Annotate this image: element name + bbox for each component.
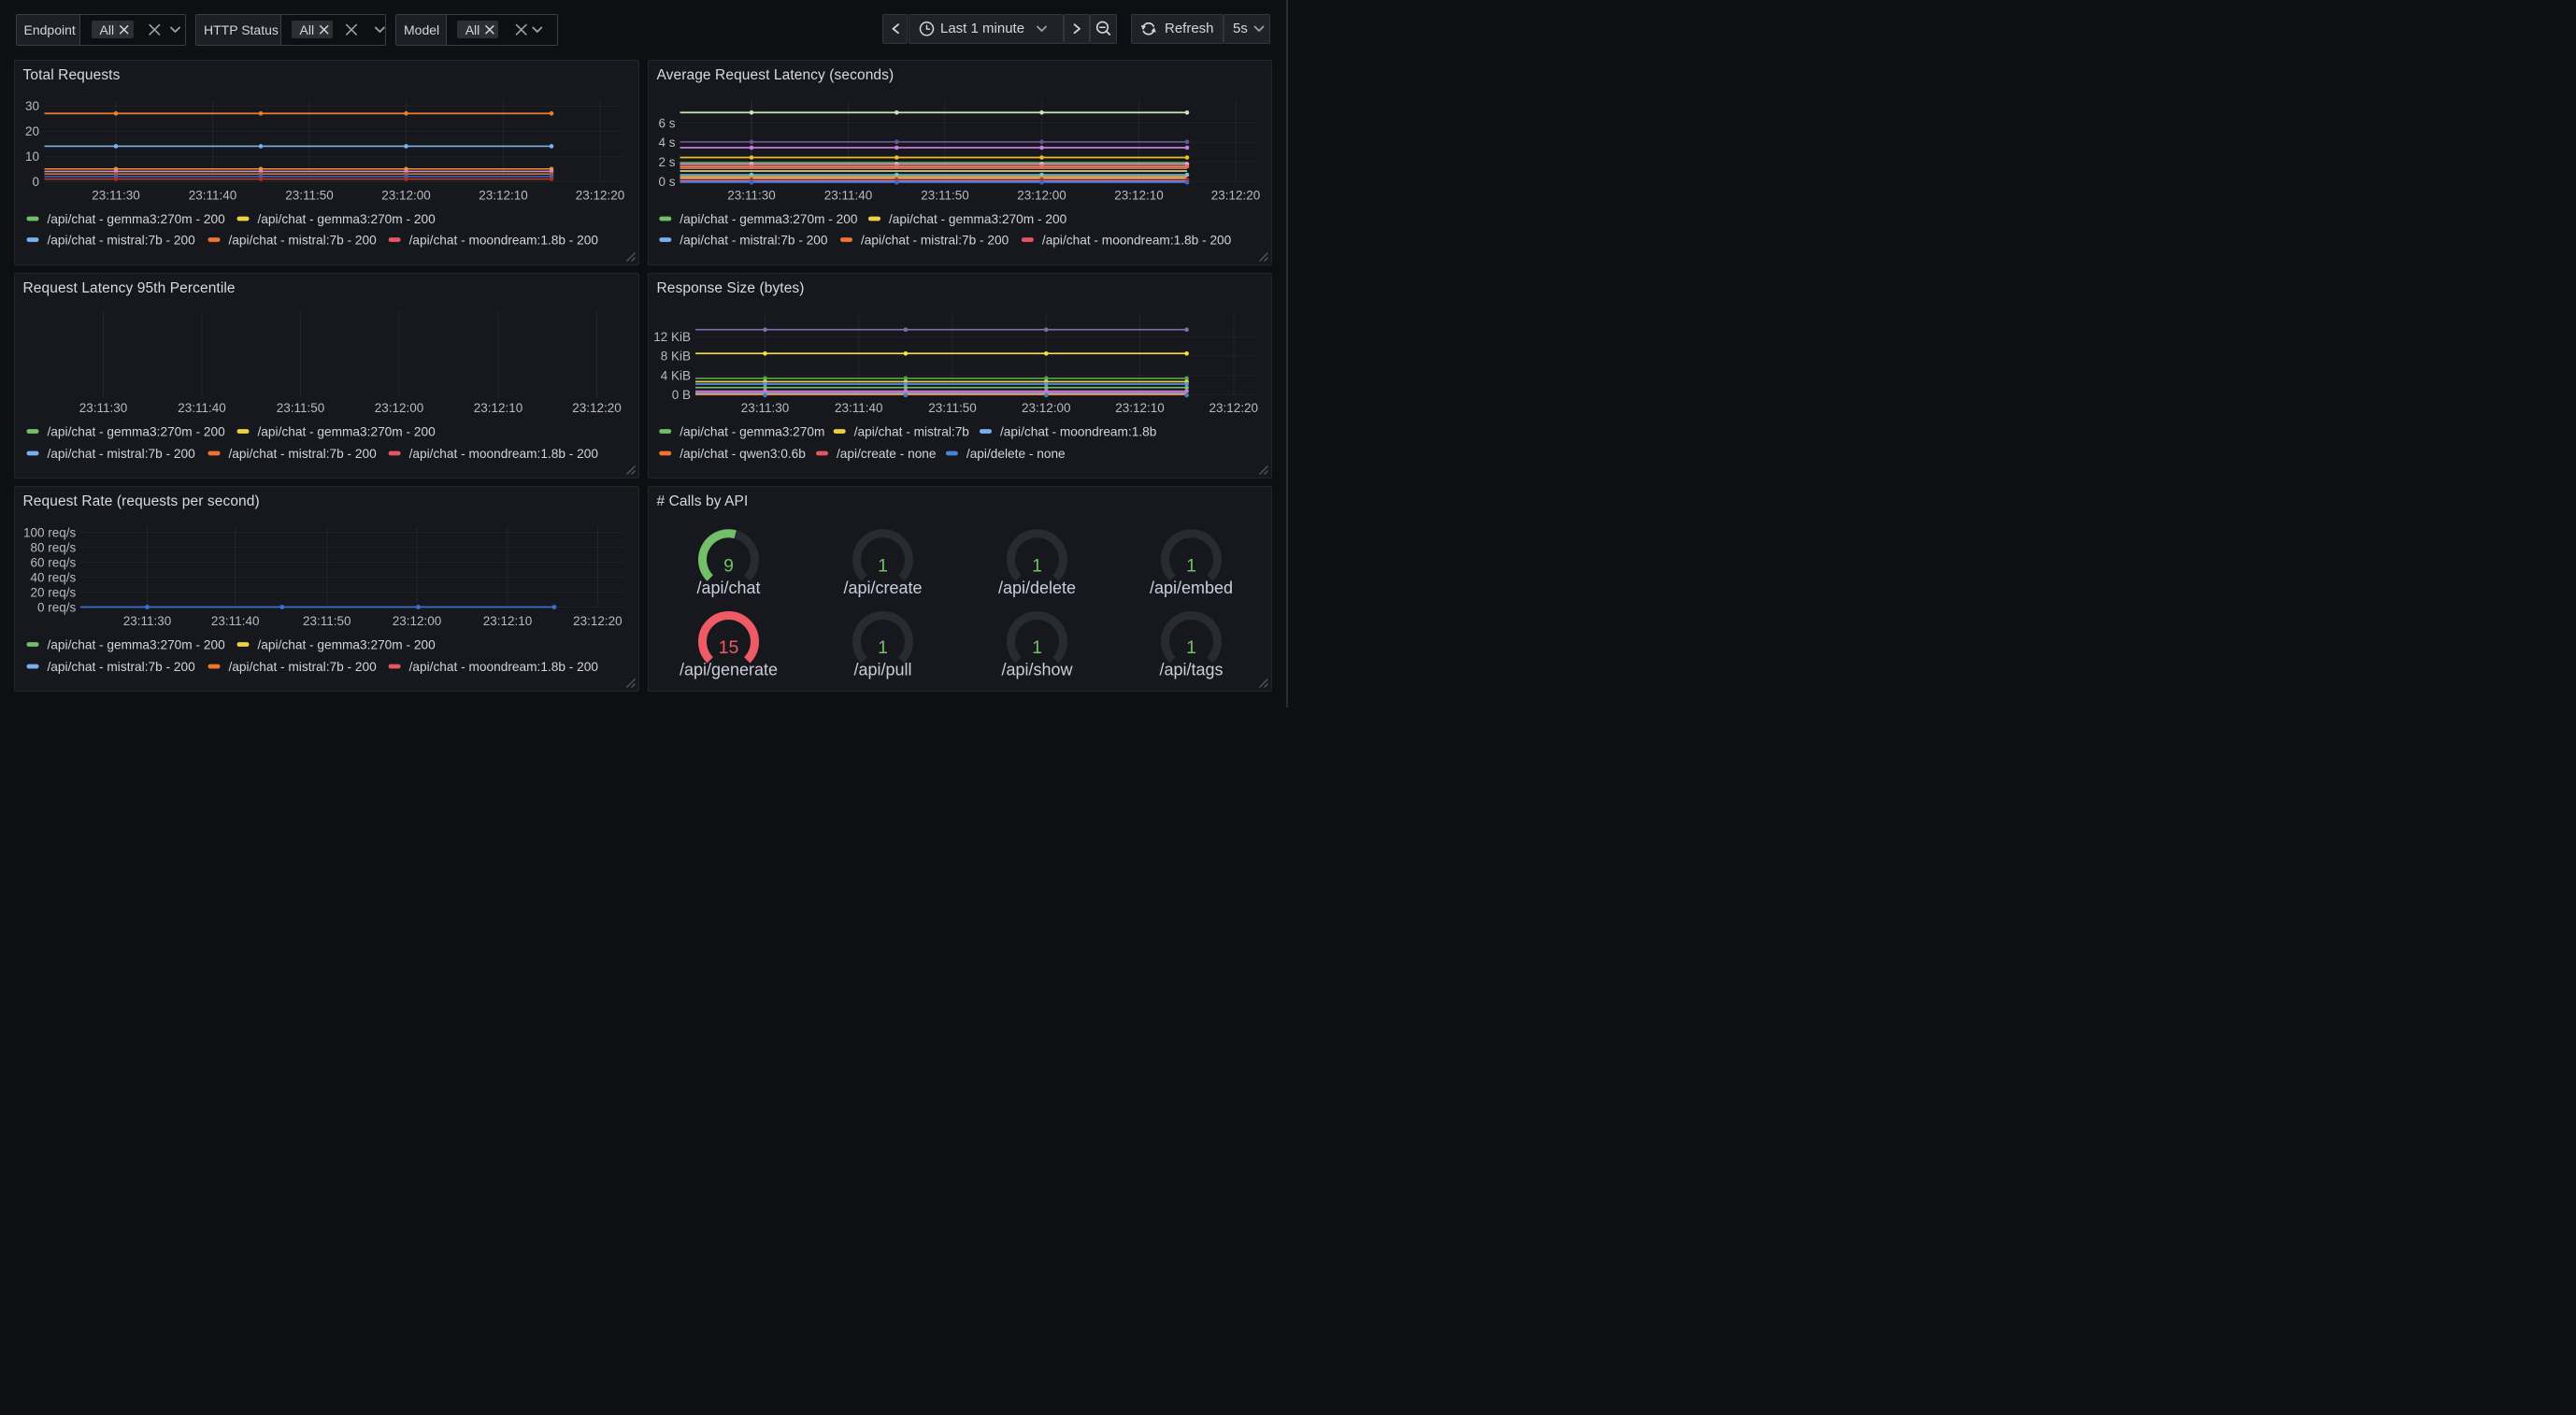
- svg-text:20 req/s: 20 req/s: [31, 585, 77, 599]
- svg-text:/api/chat - mistral:7b - 200: /api/chat - mistral:7b - 200: [229, 447, 378, 461]
- svg-text:4 KiB: 4 KiB: [661, 369, 691, 383]
- svg-text:23:12:20: 23:12:20: [572, 401, 622, 415]
- svg-text:9: 9: [723, 555, 734, 576]
- svg-text:23:11:50: 23:11:50: [921, 188, 969, 202]
- svg-text:23:12:10: 23:12:10: [483, 614, 533, 628]
- svg-text:/api/chat - gemma3:270m - 200: /api/chat - gemma3:270m - 200: [258, 637, 436, 651]
- svg-text:8 KiB: 8 KiB: [661, 350, 691, 364]
- svg-text:2 s: 2 s: [658, 155, 675, 169]
- svg-text:/api/chat - moondream:1.8b - 2: /api/chat - moondream:1.8b - 200: [409, 660, 599, 674]
- svg-text:0 s: 0 s: [658, 175, 675, 189]
- svg-text:23:12:10: 23:12:10: [479, 188, 528, 202]
- svg-text:4 s: 4 s: [658, 136, 675, 150]
- svg-text:/api/chat - mistral:7b - 200: /api/chat - mistral:7b - 200: [229, 233, 378, 247]
- svg-text:23:11:50: 23:11:50: [928, 401, 977, 415]
- svg-text:23:11:40: 23:11:40: [189, 188, 237, 202]
- svg-text:/api/embed: /api/embed: [1150, 579, 1233, 597]
- svg-text:23:12:00: 23:12:00: [381, 188, 431, 202]
- svg-text:23:12:10: 23:12:10: [474, 401, 523, 415]
- svg-text:/api/chat - mistral:7b - 200: /api/chat - mistral:7b - 200: [861, 233, 1009, 247]
- svg-text:1: 1: [1186, 555, 1196, 576]
- svg-text:/api/chat - gemma3:270m - 200: /api/chat - gemma3:270m - 200: [889, 212, 1067, 226]
- svg-text:23:11:40: 23:11:40: [178, 401, 226, 415]
- svg-text:23:11:50: 23:11:50: [303, 614, 351, 628]
- svg-text:1: 1: [878, 637, 888, 658]
- svg-text:23:12:20: 23:12:20: [576, 188, 625, 202]
- svg-text:23:12:00: 23:12:00: [393, 614, 442, 628]
- svg-text:23:11:50: 23:11:50: [285, 188, 334, 202]
- svg-text:/api/tags: /api/tags: [1159, 661, 1223, 679]
- svg-text:/api/chat - gemma3:270m - 200: /api/chat - gemma3:270m - 200: [48, 212, 226, 226]
- svg-text:/api/pull: /api/pull: [853, 661, 911, 679]
- svg-text:/api/chat - qwen3:0.6b: /api/chat - qwen3:0.6b: [680, 447, 806, 461]
- svg-text:23:11:30: 23:11:30: [123, 614, 172, 628]
- svg-text:23:12:20: 23:12:20: [1209, 401, 1259, 415]
- svg-text:80 req/s: 80 req/s: [31, 540, 77, 554]
- svg-text:1: 1: [1032, 555, 1042, 576]
- svg-text:/api/chat - gemma3:270m - 200: /api/chat - gemma3:270m - 200: [258, 212, 436, 226]
- svg-text:0 req/s: 0 req/s: [37, 600, 77, 614]
- svg-text:100 req/s: 100 req/s: [23, 525, 77, 539]
- svg-text:/api/chat - moondream:1.8b - 2: /api/chat - moondream:1.8b - 200: [409, 447, 599, 461]
- svg-text:/api/chat - gemma3:270m - 200: /api/chat - gemma3:270m - 200: [258, 424, 436, 438]
- svg-text:23:12:20: 23:12:20: [1211, 188, 1261, 202]
- svg-text:23:12:00: 23:12:00: [1017, 188, 1066, 202]
- svg-text:/api/chat - gemma3:270m: /api/chat - gemma3:270m: [680, 424, 824, 438]
- svg-text:23:12:00: 23:12:00: [375, 401, 424, 415]
- svg-text:23:12:20: 23:12:20: [573, 614, 623, 628]
- svg-text:23:11:30: 23:11:30: [79, 401, 128, 415]
- svg-text:23:11:30: 23:11:30: [727, 188, 776, 202]
- svg-text:/api/generate: /api/generate: [680, 661, 778, 679]
- svg-text:23:11:40: 23:11:40: [211, 614, 260, 628]
- svg-text:/api/chat - gemma3:270m - 200: /api/chat - gemma3:270m - 200: [680, 212, 858, 226]
- svg-text:23:11:30: 23:11:30: [92, 188, 140, 202]
- svg-text:23:11:30: 23:11:30: [741, 401, 790, 415]
- svg-text:23:11:40: 23:11:40: [835, 401, 883, 415]
- svg-text:/api/chat - moondream:1.8b - 2: /api/chat - moondream:1.8b - 200: [409, 233, 599, 247]
- svg-text:/api/chat - mistral:7b - 200: /api/chat - mistral:7b - 200: [680, 233, 828, 247]
- svg-text:/api/chat - mistral:7b - 200: /api/chat - mistral:7b - 200: [48, 660, 196, 674]
- svg-text:/api/chat - moondream:1.8b: /api/chat - moondream:1.8b: [1000, 424, 1157, 438]
- svg-text:23:11:40: 23:11:40: [824, 188, 873, 202]
- svg-text:15: 15: [719, 637, 739, 658]
- svg-text:20: 20: [25, 124, 39, 138]
- svg-text:23:12:10: 23:12:10: [1115, 401, 1165, 415]
- svg-text:/api/create - none: /api/create - none: [837, 447, 937, 461]
- svg-text:/api/chat - gemma3:270m - 200: /api/chat - gemma3:270m - 200: [48, 424, 226, 438]
- svg-text:/api/chat - moondream:1.8b - 2: /api/chat - moondream:1.8b - 200: [1042, 233, 1232, 247]
- svg-text:23:12:10: 23:12:10: [1114, 188, 1164, 202]
- svg-text:0 B: 0 B: [672, 388, 691, 402]
- svg-text:/api/create: /api/create: [843, 579, 922, 597]
- svg-text:1: 1: [878, 555, 888, 576]
- svg-text:/api/chat - mistral:7b - 200: /api/chat - mistral:7b - 200: [48, 447, 196, 461]
- svg-text:1: 1: [1186, 637, 1196, 658]
- svg-text:30: 30: [25, 99, 39, 113]
- svg-text:/api/chat - mistral:7b: /api/chat - mistral:7b: [854, 424, 970, 438]
- svg-text:0: 0: [32, 175, 39, 189]
- svg-text:12 KiB: 12 KiB: [653, 330, 691, 344]
- svg-text:/api/chat - mistral:7b - 200: /api/chat - mistral:7b - 200: [229, 660, 378, 674]
- svg-text:10: 10: [25, 150, 39, 164]
- svg-text:/api/chat - mistral:7b - 200: /api/chat - mistral:7b - 200: [48, 233, 196, 247]
- svg-text:/api/chat - gemma3:270m - 200: /api/chat - gemma3:270m - 200: [48, 637, 226, 651]
- svg-text:/api/delete - none: /api/delete - none: [966, 447, 1066, 461]
- svg-text:6 s: 6 s: [658, 116, 675, 130]
- svg-text:23:11:50: 23:11:50: [277, 401, 325, 415]
- svg-text:/api/show: /api/show: [1001, 661, 1073, 679]
- svg-text:/api/delete: /api/delete: [998, 579, 1076, 597]
- svg-text:/api/chat: /api/chat: [696, 579, 760, 597]
- svg-text:60 req/s: 60 req/s: [31, 555, 77, 569]
- svg-text:1: 1: [1032, 637, 1042, 658]
- svg-text:23:12:00: 23:12:00: [1022, 401, 1071, 415]
- svg-text:40 req/s: 40 req/s: [31, 570, 77, 584]
